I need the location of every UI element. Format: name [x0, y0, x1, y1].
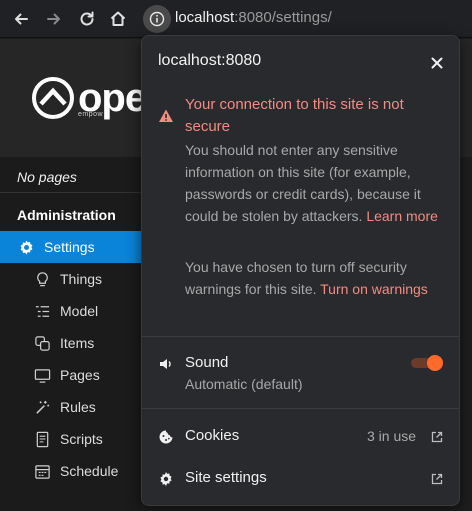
sidebar-item-settings[interactable]: Settings	[0, 231, 141, 263]
sound-toggle[interactable]	[411, 355, 443, 371]
reload-button[interactable]	[74, 6, 100, 32]
site-info-popup: localhost:8080 Your connection to this s…	[141, 35, 460, 506]
learn-more-link[interactable]: Learn more	[366, 208, 438, 224]
popup-host: localhost:8080	[158, 52, 262, 69]
sidebar-item-label: Schedule	[60, 463, 119, 479]
sidebar-item-items[interactable]: Items	[0, 327, 141, 359]
arrow-right-icon	[47, 13, 60, 25]
home-button[interactable]	[105, 6, 131, 32]
turn-on-warnings-link[interactable]: Turn on warnings	[320, 281, 428, 297]
items-icon	[33, 334, 51, 352]
sound-setting-value: Automatic (default)	[185, 376, 303, 392]
sidebar-item-label: Scripts	[60, 431, 103, 447]
admin-menu: Settings Things Model Items Pages Rules …	[0, 231, 141, 487]
gear-icon	[17, 238, 35, 256]
divider	[142, 408, 459, 409]
warning-title: Your connection to this site is not secu…	[185, 96, 404, 135]
reload-icon	[80, 11, 94, 26]
forward-button[interactable]	[41, 6, 67, 32]
sidebar-item-pages[interactable]: Pages	[0, 359, 141, 391]
calendar-icon	[33, 462, 51, 480]
gear-icon	[160, 472, 172, 486]
lightbulb-icon	[33, 270, 51, 288]
document-icon	[33, 430, 51, 448]
back-button[interactable]	[8, 6, 34, 32]
speaker-icon	[160, 359, 171, 369]
logo-tagline: empow	[78, 111, 104, 118]
browser-toolbar: localhost:8080/settings/	[0, 0, 472, 38]
sidebar-item-label: Model	[60, 303, 99, 319]
address-bar[interactable]: localhost:8080/settings/	[175, 9, 332, 26]
cookies-row[interactable]: Cookies 3 in use	[142, 416, 459, 458]
warning-icon	[159, 109, 173, 122]
list-tree-icon	[33, 302, 51, 320]
arrow-left-icon	[15, 13, 28, 25]
sidebar-item-schedule[interactable]: Schedule	[0, 455, 141, 487]
external-link-icon	[431, 473, 443, 485]
info-icon	[149, 11, 165, 27]
divider	[142, 336, 459, 337]
site-info-button[interactable]	[143, 5, 171, 33]
sidebar-item-rules[interactable]: Rules	[0, 391, 141, 423]
sidebar: No pages Administration Settings Things …	[0, 157, 141, 511]
magic-wand-icon	[33, 398, 51, 416]
toggle-knob	[427, 355, 443, 371]
sidebar-item-things[interactable]: Things	[0, 263, 141, 295]
warning-body: You should not enter any sensitive infor…	[185, 139, 451, 227]
site-settings-row[interactable]: Site settings	[142, 458, 459, 500]
sidebar-item-scripts[interactable]: Scripts	[0, 423, 141, 455]
close-button[interactable]	[426, 52, 448, 74]
close-icon	[431, 57, 443, 69]
sidebar-item-label: Settings	[44, 239, 95, 255]
cookies-label: Cookies	[185, 427, 240, 444]
sidebar-item-model[interactable]: Model	[0, 295, 141, 327]
sidebar-item-label: Things	[60, 271, 103, 287]
url-host: localhost	[175, 9, 235, 26]
turnoff-notice: You have chosen to turn off security war…	[185, 256, 451, 300]
sidebar-item-label: Rules	[60, 399, 96, 415]
openhab-logo-icon	[32, 77, 74, 119]
cookies-count: 3 in use	[367, 428, 417, 444]
external-link-icon	[431, 431, 443, 443]
sidebar-item-label: Pages	[60, 367, 100, 383]
sidebar-item-label: Items	[60, 335, 95, 351]
site-settings-label: Site settings	[185, 469, 267, 486]
administration-heading: Administration	[17, 207, 116, 223]
home-icon	[110, 11, 126, 26]
cookie-icon	[159, 430, 173, 444]
no-pages-label: No pages	[0, 161, 141, 193]
monitor-icon	[33, 366, 51, 384]
sound-label: Sound	[185, 354, 229, 371]
url-path: :8080/settings/	[234, 9, 332, 26]
